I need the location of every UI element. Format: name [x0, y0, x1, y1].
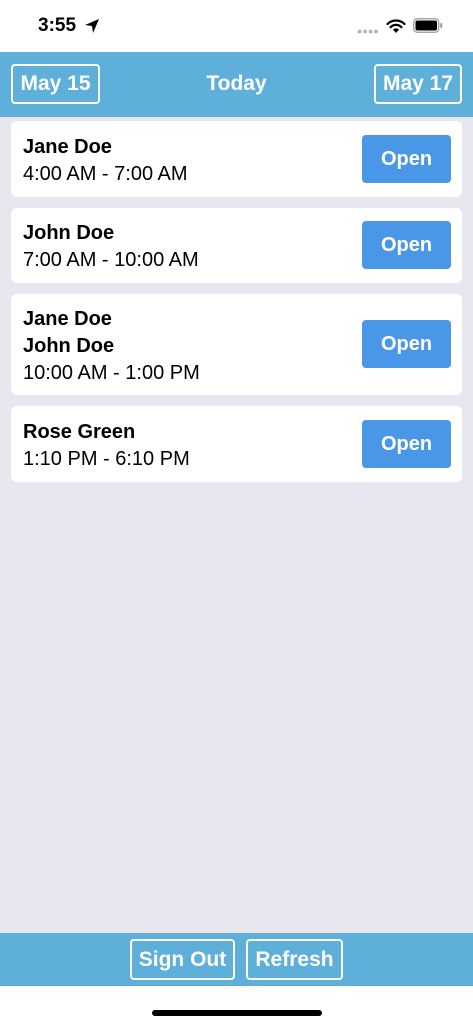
- open-shift-button[interactable]: Open: [362, 135, 451, 183]
- sign-out-button[interactable]: Sign Out: [130, 939, 235, 980]
- shift-person-name: Jane Doe: [23, 136, 112, 158]
- open-shift-button[interactable]: Open: [362, 420, 451, 468]
- home-indicator-area: [0, 986, 473, 1024]
- bottom-toolbar: Sign Out Refresh: [0, 933, 473, 986]
- shift-time: 7:00 AM - 10:00 AM: [23, 249, 199, 271]
- shift-card: Jane Doe 4:00 AM - 7:00 AM Open: [11, 121, 462, 197]
- open-shift-button[interactable]: Open: [362, 221, 451, 269]
- signal-dots-icon: [357, 29, 378, 34]
- next-day-button[interactable]: May 17: [374, 64, 462, 104]
- status-time: 3:55: [38, 15, 77, 36]
- previous-day-button[interactable]: May 15: [11, 64, 100, 104]
- shift-person-name: Jane Doe: [23, 308, 112, 330]
- shift-card: Rose Green 1:10 PM - 6:10 PM Open: [11, 406, 462, 482]
- refresh-button[interactable]: Refresh: [246, 939, 343, 980]
- date-nav-bar: May 15 Today May 17: [0, 52, 473, 117]
- shift-person-name: Rose Green: [23, 421, 136, 443]
- home-indicator[interactable]: [152, 1010, 322, 1016]
- shift-time: 10:00 AM - 1:00 PM: [23, 362, 200, 384]
- shift-card: Jane Doe John Doe 10:00 AM - 1:00 PM Ope…: [11, 294, 462, 395]
- page-title: Today: [206, 72, 267, 95]
- open-shift-button[interactable]: Open: [362, 320, 451, 368]
- location-arrow-icon: [85, 19, 99, 33]
- wifi-icon: [386, 19, 406, 33]
- battery-icon: [413, 18, 443, 33]
- shift-card: John Doe 7:00 AM - 10:00 AM Open: [11, 208, 462, 283]
- shift-time: 1:10 PM - 6:10 PM: [23, 448, 190, 470]
- shift-person-name: John Doe: [23, 335, 115, 357]
- status-bar: 3:55: [0, 0, 473, 52]
- shift-person-name: John Doe: [23, 222, 115, 244]
- shift-list: Jane Doe 4:00 AM - 7:00 AM Open John Doe…: [0, 117, 473, 933]
- shift-time: 4:00 AM - 7:00 AM: [23, 163, 188, 185]
